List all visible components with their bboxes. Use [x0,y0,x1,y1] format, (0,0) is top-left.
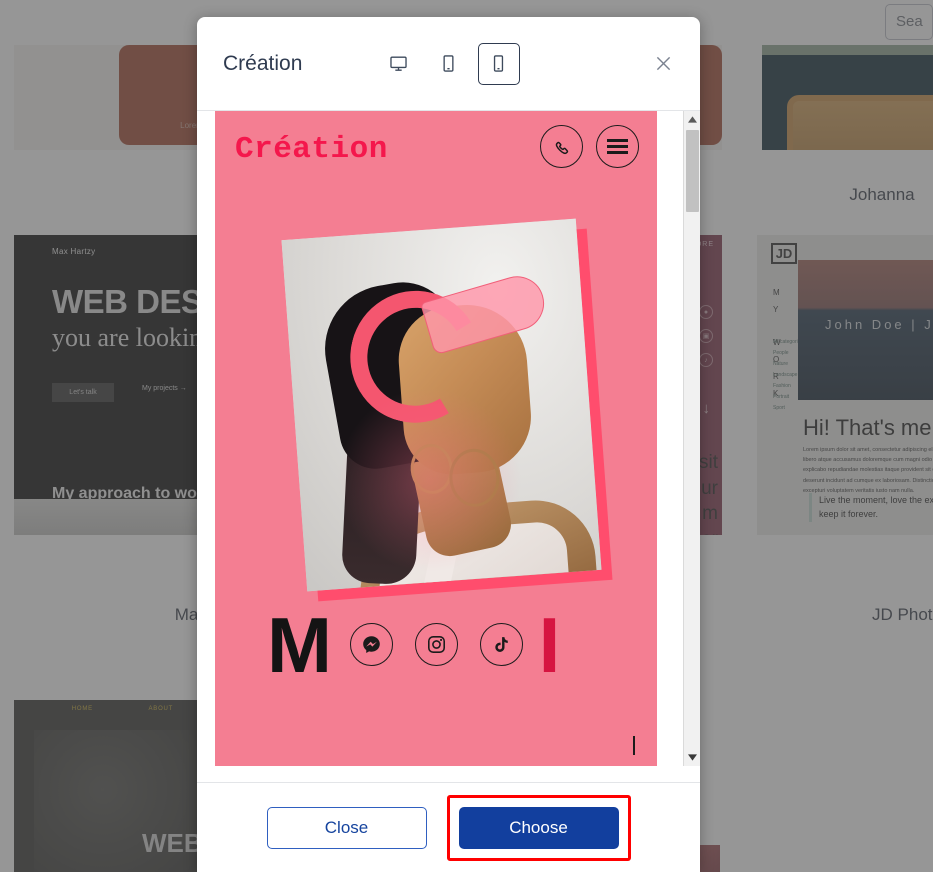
preview-site-header: Création [215,111,657,196]
preview-area: Création M I [197,111,700,782]
desktop-icon [389,54,408,73]
close-button[interactable]: Close [266,806,427,849]
preview-hero-photo [281,218,602,592]
text-cursor [633,736,635,755]
preview-header-icons [540,125,639,168]
burger-bar [607,145,628,148]
site-preview-frame[interactable]: Création M I [215,111,657,766]
preview-logo: Création [235,132,388,167]
scroll-down-arrow-icon[interactable] [684,749,700,766]
scroll-up-arrow-icon[interactable] [684,111,700,128]
device-tablet-button[interactable] [428,43,470,85]
photo-glare [322,373,537,588]
scrollbar-thumb[interactable] [686,130,699,212]
preview-social-row [215,623,657,666]
preview-scrollbar[interactable] [683,111,700,766]
messenger-icon[interactable] [349,623,393,666]
mobile-icon [489,54,508,73]
phone-icon[interactable] [540,125,583,168]
choose-button[interactable]: Choose [458,806,619,849]
tablet-icon [439,54,458,73]
instagram-icon[interactable] [414,623,458,666]
choose-button-highlight: Choose [446,794,631,861]
modal-title: Création [223,51,303,75]
device-mobile-button[interactable] [477,42,520,85]
burger-bar [607,139,628,142]
modal-footer: Close Choose [197,782,700,872]
screen: Sea ☉ 300+ healthy recipes Lorem ipsum d… [0,0,933,872]
modal-header: Création [197,17,700,111]
burger-bar [607,151,628,154]
template-preview-modal: Création Création M I Close Choose [197,17,700,872]
close-icon[interactable] [648,49,678,79]
tiktok-icon[interactable] [479,623,523,666]
device-desktop-button[interactable] [378,43,420,85]
hamburger-menu-icon[interactable] [596,125,639,168]
